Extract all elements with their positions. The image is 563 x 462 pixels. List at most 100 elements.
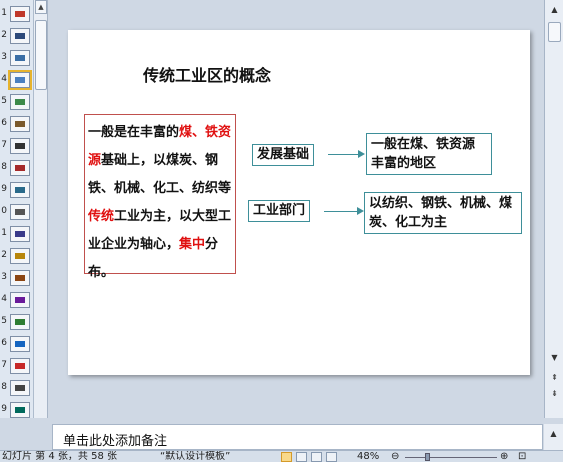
definition-highlight: 传统 (88, 209, 115, 224)
slide-number: 6 (1, 118, 7, 128)
slide-thumbnail[interactable]: 2 (0, 26, 33, 48)
slide-thumbnail-image[interactable] (10, 358, 30, 374)
thumbnail-content-mark (15, 11, 25, 17)
thumbnail-content-mark (15, 385, 25, 391)
slide-thumbnail-image[interactable] (10, 94, 30, 110)
slide-thumbnail[interactable]: 8 (0, 158, 33, 180)
slide-thumbnail[interactable]: 9 (0, 400, 33, 418)
slide-thumbnail-image[interactable] (10, 270, 30, 286)
slide-thumbnail[interactable]: 1 (0, 4, 33, 26)
industry-sectors-label[interactable]: 工业部门 (248, 200, 311, 222)
slide-scrollbar[interactable]: ▲ ▼ ⇞ ⇟ (544, 0, 563, 418)
slide-number: 7 (1, 140, 7, 150)
thumbnail-content-mark (15, 143, 25, 149)
slide-thumbnail-image[interactable] (10, 28, 30, 44)
definition-text-part: 基础上，以煤炭、钢铁、机械、化工、纺织等 (88, 153, 232, 196)
notes-pane[interactable]: 单击此处添加备注 (52, 424, 543, 450)
zoom-in-icon[interactable]: ⊕ (500, 451, 508, 462)
thumbnail-content-mark (15, 209, 25, 215)
thumbnail-scrollbar[interactable]: ▲ (34, 0, 48, 418)
scrollbar-thumb[interactable] (548, 22, 561, 42)
slide-thumbnail[interactable]: 7 (0, 356, 33, 378)
next-slide-button[interactable]: ⇟ (548, 388, 561, 401)
slide-thumbnail[interactable]: 5 (0, 92, 33, 114)
slide-thumbnail[interactable]: 9 (0, 180, 33, 202)
normal-view-icon[interactable] (281, 452, 292, 462)
slide-thumbnail-image[interactable] (10, 6, 30, 22)
slide-count-info: 幻灯片 第 4 张，共 58 张 (2, 451, 117, 462)
slide-thumbnail[interactable]: 8 (0, 378, 33, 400)
slide-thumbnail-image[interactable] (10, 116, 30, 132)
slide-thumbnail[interactable]: 4 (0, 290, 33, 312)
thumbnail-content-mark (15, 363, 25, 369)
slide-thumbnail-image[interactable] (10, 226, 30, 242)
zoom-slider-knob[interactable] (425, 453, 430, 461)
slide-thumbnail-image[interactable] (10, 50, 30, 66)
slide-number: 3 (1, 272, 7, 282)
powerpoint-window: 1 2 3 4 5 6 7 8 9 0 1 2 3 4 5 6 7 8 9 ▲ 传统工业区的概念 一般是在丰富的煤、… (0, 0, 563, 462)
slide-number: 8 (1, 162, 7, 172)
slide-title[interactable]: 传统工业区的概念 (143, 62, 271, 86)
thumbnail-content-mark (15, 341, 25, 347)
slide-thumbnail-image[interactable] (8, 70, 32, 90)
scrollbar-thumb[interactable] (35, 20, 47, 90)
slide-thumbnail-panel[interactable]: 1 2 3 4 5 6 7 8 9 0 1 2 3 4 5 6 7 8 9 (0, 0, 34, 418)
slide-number: 2 (1, 30, 7, 40)
slide-number: 1 (1, 228, 7, 238)
slideshow-view-icon[interactable] (326, 452, 337, 462)
thumbnail-content-mark (15, 407, 25, 413)
thumbnail-content-mark (15, 187, 25, 193)
scroll-up-button[interactable]: ▲ (547, 428, 560, 441)
connector-line (324, 211, 357, 212)
slide-number: 4 (1, 294, 7, 304)
slide-thumbnail[interactable]: 3 (0, 268, 33, 290)
slide-thumbnail[interactable]: 3 (0, 48, 33, 70)
scroll-up-button[interactable]: ▲ (35, 0, 47, 14)
slide-thumbnail-image[interactable] (10, 138, 30, 154)
thumbnail-content-mark (15, 99, 25, 105)
slide-thumbnail-image[interactable] (10, 204, 30, 220)
development-basis-info[interactable]: 一般在煤、铁资源丰富的地区 (366, 133, 492, 175)
slide-thumbnail-image[interactable] (10, 160, 30, 176)
slide-number: 8 (1, 382, 7, 392)
slide-thumbnail[interactable]: 7 (0, 136, 33, 158)
zoom-level: 48% (357, 451, 380, 462)
industry-sectors-info[interactable]: 以纺织、钢铁、机械、煤炭、化工为主 (364, 192, 522, 234)
slide-number: 0 (1, 206, 7, 216)
development-basis-label[interactable]: 发展基础 (252, 144, 315, 166)
slide-thumbnail-image[interactable] (10, 182, 30, 198)
thumbnail-content-mark (15, 297, 25, 303)
slide-thumbnail[interactable]: 5 (0, 312, 33, 334)
slide-thumbnail-image[interactable] (10, 314, 30, 330)
slide-thumbnail[interactable]: 4 (0, 70, 33, 92)
scroll-down-button[interactable]: ▼ (548, 352, 561, 365)
slide-sorter-view-icon[interactable] (296, 452, 307, 462)
arrow-icon (357, 207, 364, 215)
zoom-slider[interactable] (405, 457, 497, 458)
zoom-out-icon[interactable]: ⊖ (391, 451, 399, 462)
previous-slide-button[interactable]: ⇞ (548, 372, 561, 385)
slide-thumbnail[interactable]: 2 (0, 246, 33, 268)
definition-text-box[interactable]: 一般是在丰富的煤、铁资源基础上，以煤炭、钢铁、机械、化工、纺织等传统工业为主，以… (84, 114, 236, 280)
fit-slide-icon[interactable]: ⊡ (518, 451, 526, 462)
slide-thumbnail[interactable]: 1 (0, 224, 33, 246)
slide-number: 5 (1, 316, 7, 326)
slide-thumbnail-image[interactable] (10, 402, 30, 418)
slide-canvas[interactable]: 传统工业区的概念 一般是在丰富的煤、铁资源基础上，以煤炭、钢铁、机械、化工、纺织… (68, 30, 530, 375)
scroll-up-button[interactable]: ▲ (548, 4, 561, 17)
arrow-icon (358, 150, 365, 158)
thumbnail-content-mark (15, 55, 25, 61)
slide-thumbnail-image[interactable] (10, 336, 30, 352)
notes-scrollbar[interactable]: ▲ (544, 424, 563, 450)
slide-thumbnail-image[interactable] (10, 292, 30, 308)
slide-thumbnail[interactable]: 0 (0, 202, 33, 224)
definition-text-part: 一般是在丰富的 (88, 125, 180, 140)
thumbnail-content-mark (15, 33, 25, 39)
slide-number: 4 (1, 74, 7, 84)
slide-thumbnail-image[interactable] (10, 380, 30, 396)
status-bar: 幻灯片 第 4 张，共 58 张 “默认设计模板” 48% ⊖ ⊕ ⊡ (0, 450, 563, 462)
slide-thumbnail[interactable]: 6 (0, 334, 33, 356)
slide-thumbnail-image[interactable] (10, 248, 30, 264)
reading-view-icon[interactable] (311, 452, 322, 462)
slide-thumbnail[interactable]: 6 (0, 114, 33, 136)
